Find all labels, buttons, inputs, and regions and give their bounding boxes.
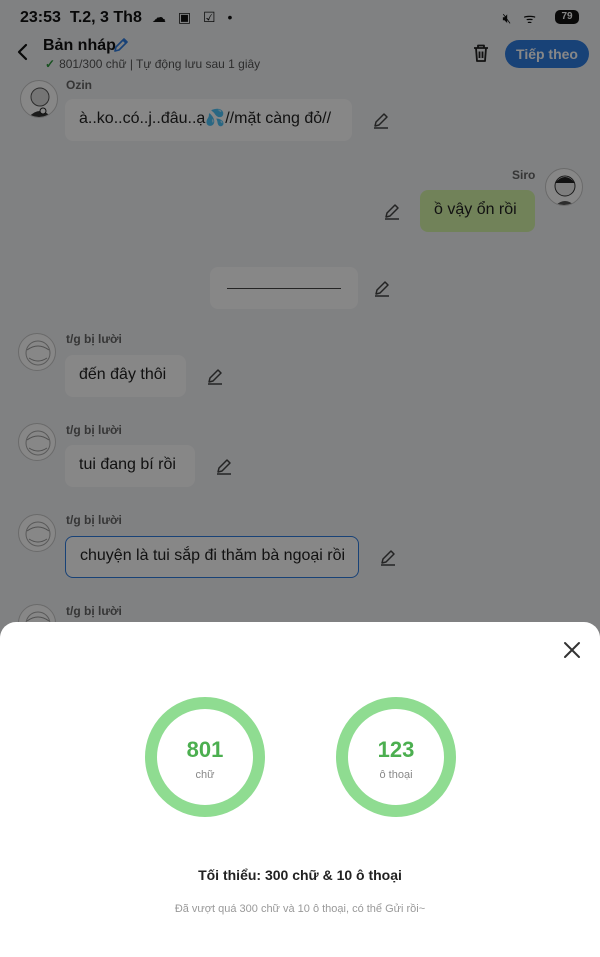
close-icon[interactable] (561, 639, 583, 661)
dialog-count-ring: 123 ô thoại (336, 697, 456, 817)
dialog-count-value: 123 (377, 737, 415, 762)
dialog-count-label: ô thoại (379, 769, 413, 781)
word-count-value: 801 (186, 737, 224, 762)
word-count-label: chữ (195, 769, 215, 781)
word-count-ring: 801 chữ (145, 697, 265, 817)
word-count-sheet: 801 chữ 123 ô thoại Tối thiểu: 300 chữ &… (0, 622, 600, 957)
minimum-requirement: Tối thiểu: 300 chữ & 10 ô thoại (198, 867, 402, 883)
requirement-note: Đã vượt quá 300 chữ và 10 ô thoại, có th… (174, 903, 426, 915)
